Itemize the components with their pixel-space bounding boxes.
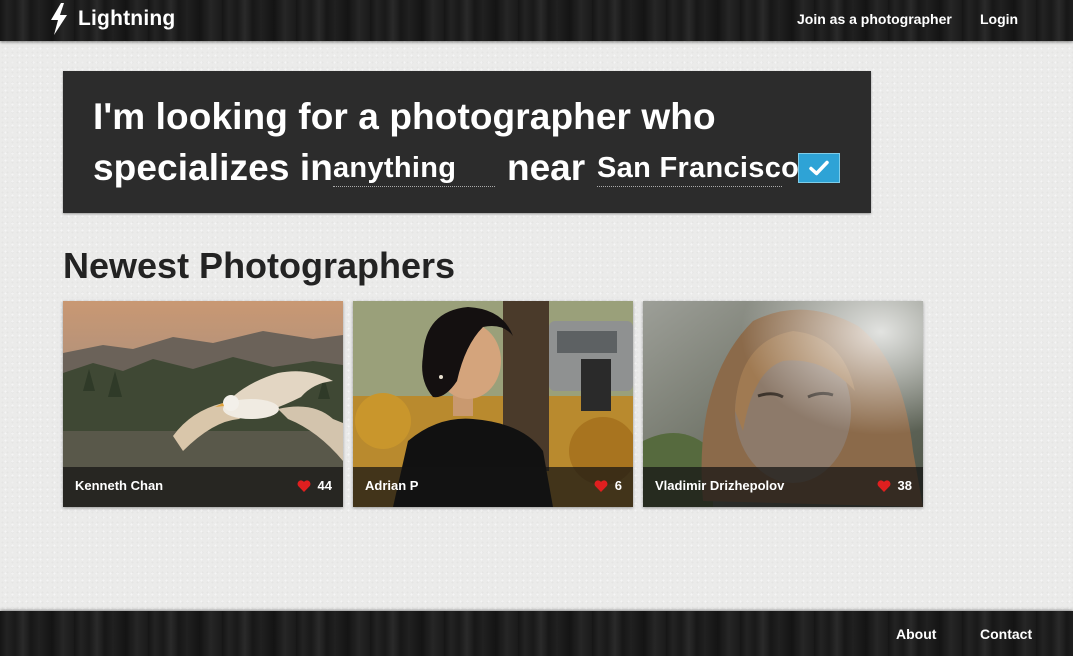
specialty-input[interactable]: anything <box>333 150 495 187</box>
about-link[interactable]: About <box>896 626 936 642</box>
newest-photographers-heading: Newest Photographers <box>63 245 456 286</box>
brand-name: Lightning <box>78 7 176 30</box>
footer-bar: About Contact <box>0 611 1073 656</box>
like-count-value: 38 <box>897 478 912 493</box>
contact-link[interactable]: Contact <box>980 626 1032 642</box>
lightning-bolt-icon <box>51 3 67 35</box>
photographer-name: Adrian P <box>365 478 419 493</box>
heart-icon <box>877 479 890 492</box>
like-count-value: 44 <box>317 478 332 493</box>
login-link[interactable]: Login <box>980 11 1018 27</box>
heart-icon <box>297 479 310 492</box>
card-caption-bar: Vladimir Drizhepolov 38 <box>643 467 923 507</box>
photographer-name: Kenneth Chan <box>75 478 164 493</box>
join-as-photographer-link[interactable]: Join as a photographer <box>797 11 952 27</box>
photographer-card[interactable]: Vladimir Drizhepolov 38 <box>643 301 923 507</box>
search-sentence-line1: I'm looking for a photographer who <box>93 96 716 137</box>
checkmark-icon <box>809 160 829 176</box>
card-caption-bar: Adrian P 6 <box>353 467 633 507</box>
search-sentence-prefix: specializes in <box>93 147 333 188</box>
like-count[interactable]: 6 <box>594 478 622 493</box>
like-count[interactable]: 44 <box>297 478 332 493</box>
heart-icon <box>594 479 608 492</box>
search-sentence-near: near <box>507 147 586 188</box>
photographer-card[interactable]: Adrian P 6 <box>353 301 633 507</box>
like-count-value: 6 <box>614 478 622 493</box>
photographer-name: Vladimir Drizhepolov <box>655 478 785 493</box>
like-count[interactable]: 38 <box>877 478 912 493</box>
card-caption-bar: Kenneth Chan 44 <box>63 467 343 507</box>
brand-logo[interactable]: Lightning <box>49 3 175 35</box>
location-input[interactable]: San Francisco <box>597 150 799 187</box>
search-panel: I'm looking for a photographer who speci… <box>63 71 871 213</box>
photographer-card[interactable]: Kenneth Chan 44 <box>63 301 343 507</box>
search-submit-button[interactable] <box>798 153 840 183</box>
top-navigation-bar: Lightning Join as a photographer Login <box>0 0 1073 41</box>
